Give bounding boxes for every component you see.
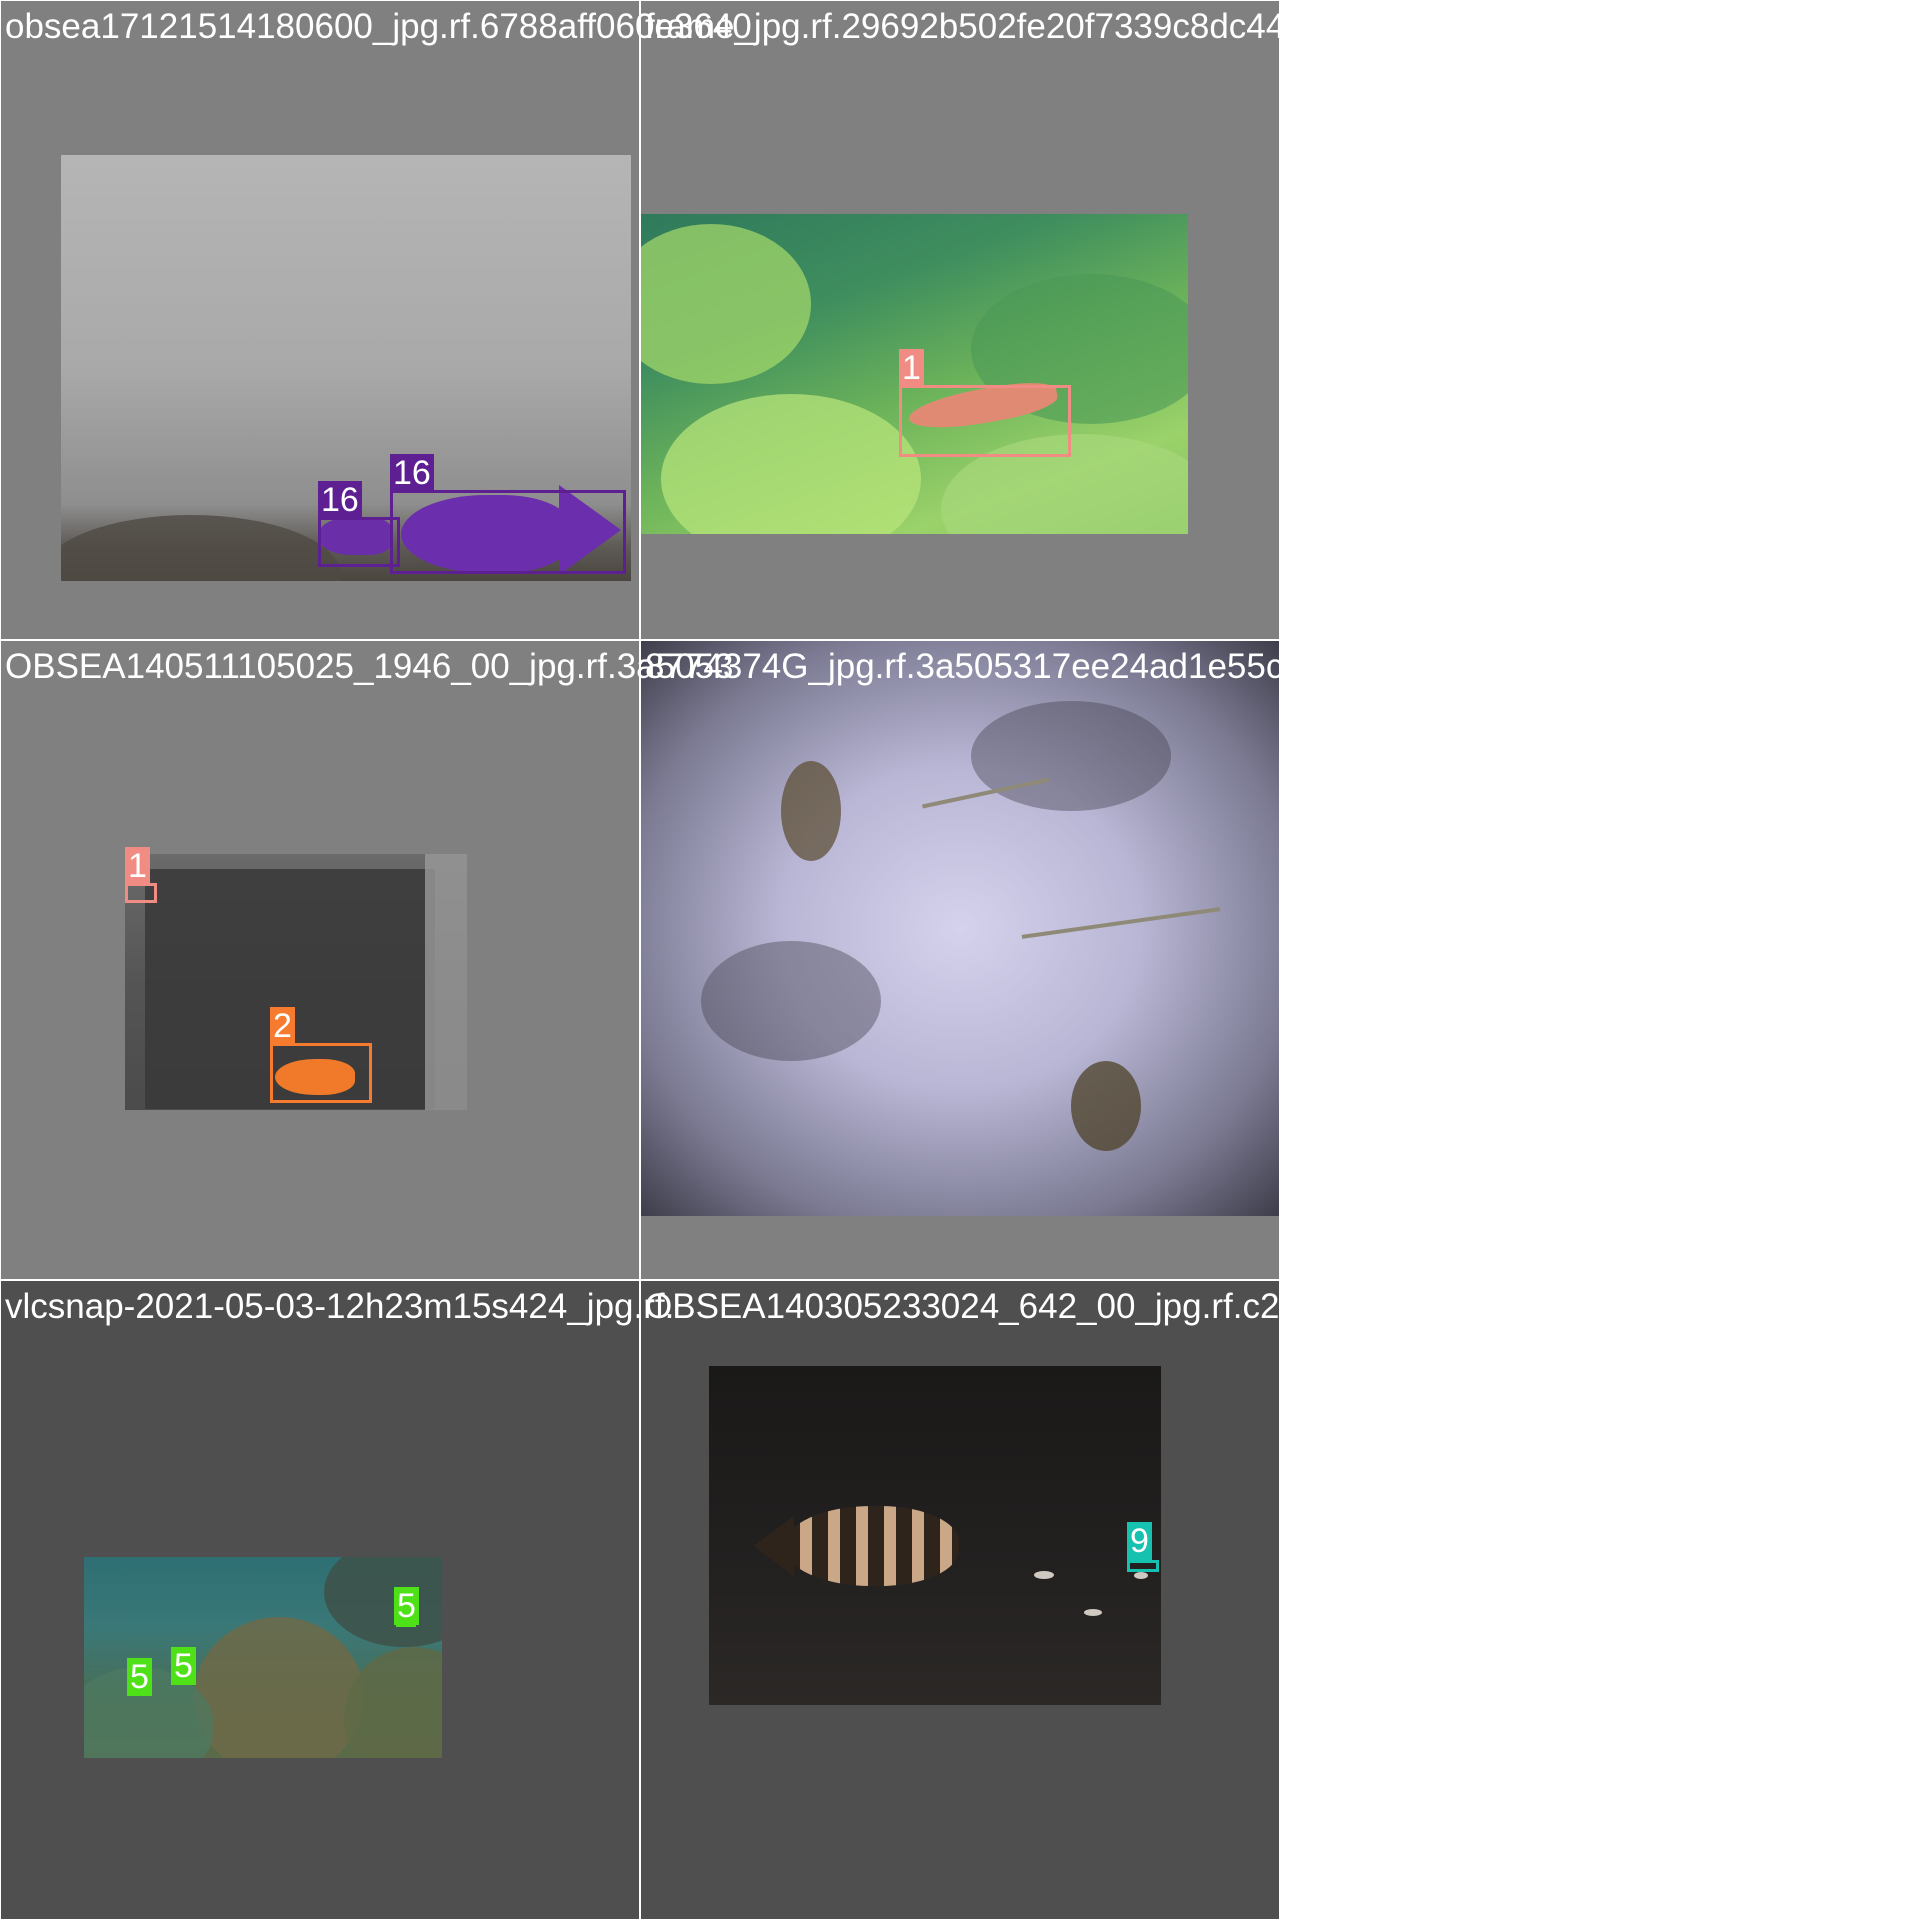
photo-sandy-seafloor [641, 641, 1279, 1216]
filename-text: 8774374G_jpg.rf.3a505317ee24ad1e55cffab6 [645, 647, 1361, 686]
algae-patch [641, 224, 811, 384]
label-class-1: 1 [125, 847, 150, 885]
dark-patch [971, 701, 1171, 811]
filename-label: vlcsnap-2021-05-03-12h23m15s424_jpg.rf. [5, 1287, 675, 1326]
rock-reef [324, 1557, 442, 1647]
filename-text: frame_jpg.rf.29692b502fe20f7339c8dc44 [645, 7, 1286, 46]
filename-label: obsea17121514180600_jpg.rf.6788aff060e36… [5, 7, 752, 46]
striped-fish-tail [754, 1516, 794, 1576]
algae-patch [661, 394, 921, 534]
seagrass-blade [1021, 907, 1221, 939]
tile-obsea-foggy: 16 16 obsea17121514180600_jpg.rf.6788aff… [1, 1, 752, 639]
bbox-class-2 [270, 1043, 372, 1103]
filename-text: OBSEA140305233024_642_00_jpg.rf.c24f3d1d [645, 1287, 1387, 1326]
filename-label: 8774374G_jpg.rf.3a505317ee24ad1e55cffab6 [645, 645, 1361, 689]
bbox-class-9 [1127, 1560, 1159, 1572]
tile-sandy-seafloor: 8774374G_jpg.rf.3a505317ee24ad1e55cffab6 [641, 641, 1361, 1279]
light-reflection [1084, 1609, 1102, 1616]
tile-vlcsnap-reef: 5 5 5 vlcsnap-2021-05-03-12h23m15s424_jp… [1, 1281, 674, 1919]
filename-label: frame_jpg.rf.29692b502fe20f7339c8dc44 [645, 5, 1285, 49]
algae-reef [194, 1617, 364, 1758]
tile-obsea-structure: 1 2 OBSEA140511105025_1946_00_jpg.rf.3a5… [1, 641, 734, 1279]
label-class-2: 2 [270, 1007, 295, 1045]
filename-label: OBSEA140511105025_1946_00_jpg.rf.3a5053 [5, 647, 734, 686]
label-class-9: 9 [1127, 1522, 1152, 1560]
seabed-rocks [61, 515, 341, 581]
label-class-5: 5 [127, 1658, 152, 1696]
tile-frame-algae: 1 frame_jpg.rf.29692b502fe20f7339c8dc44 [641, 1, 1285, 639]
striped-fish [784, 1506, 959, 1586]
label-class-5: 5 [394, 1587, 419, 1625]
label-class-16: 16 [390, 454, 434, 492]
bbox-class-1 [125, 883, 157, 903]
label-class-1: 1 [899, 349, 924, 387]
filename-label: OBSEA140305233024_642_00_jpg.rf.c24f3d1d [645, 1285, 1386, 1329]
bbox-class-16 [318, 517, 400, 567]
label-class-16: 16 [318, 481, 362, 519]
bbox-class-1 [899, 385, 1071, 457]
seaweed-clump [1071, 1061, 1141, 1151]
algae-reef [344, 1647, 442, 1758]
label-class-5: 5 [171, 1647, 196, 1685]
haze-right [425, 854, 467, 1110]
dark-patch [701, 941, 881, 1061]
seaweed-clump [781, 761, 841, 861]
light-reflection [1134, 1572, 1148, 1579]
tile-obsea-night: 9 OBSEA140305233024_642_00_jpg.rf.c24f3d… [641, 1281, 1386, 1919]
light-reflection [1034, 1571, 1054, 1579]
bbox-class-16 [390, 490, 626, 574]
photo-night-scene [709, 1366, 1161, 1705]
